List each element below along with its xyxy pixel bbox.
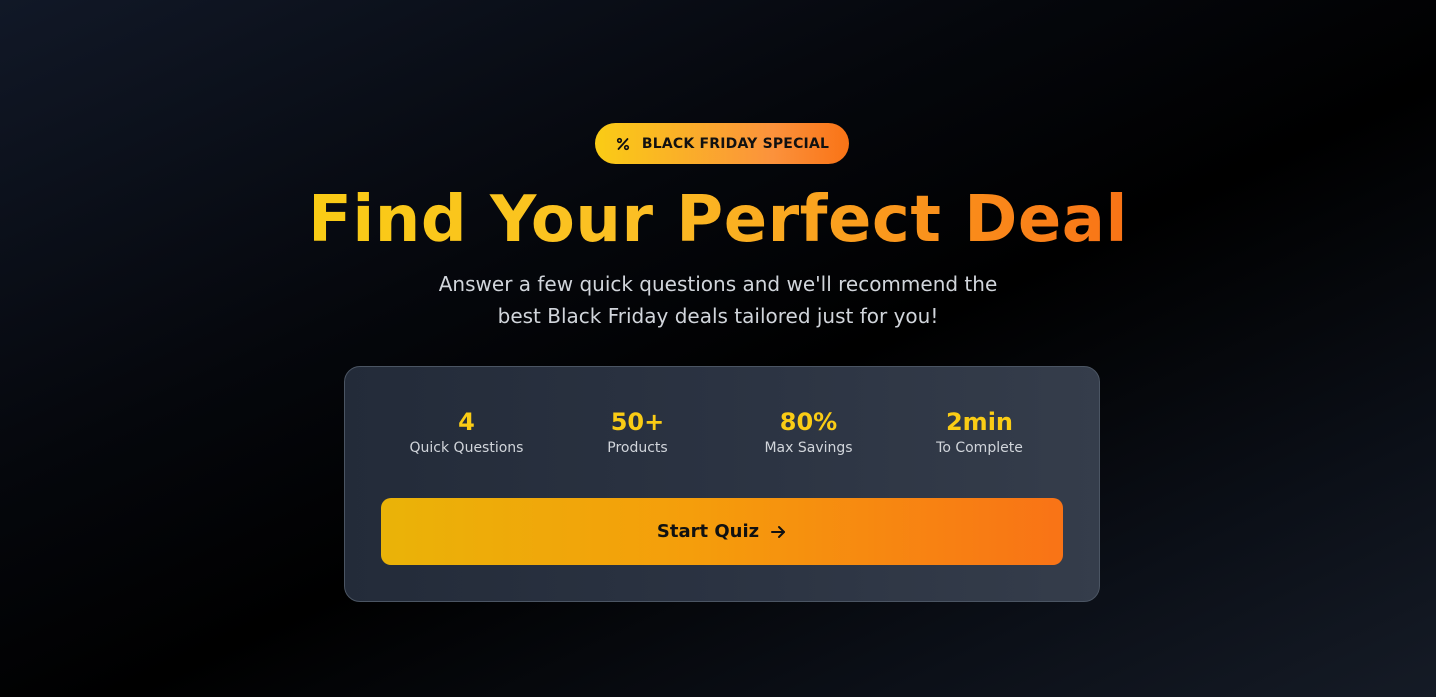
badge-label: BLACK FRIDAY SPECIAL xyxy=(641,135,830,152)
stat-duration: 2min To Complete xyxy=(894,405,1065,458)
percent-icon xyxy=(615,136,631,152)
stat-label: Max Savings xyxy=(764,440,853,456)
stat-questions: 4 Quick Questions xyxy=(381,405,552,458)
stat-savings: 80% Max Savings xyxy=(723,405,894,458)
stat-value: 2min xyxy=(945,408,1014,436)
arrow-right-icon xyxy=(769,523,787,541)
stat-value: 50+ xyxy=(610,408,665,436)
subtitle-line-2: best Black Friday deals tailored just fo… xyxy=(497,304,939,328)
stat-label: Quick Questions xyxy=(409,440,524,456)
stats-row: 4 Quick Questions 50+ Products 80% Max S… xyxy=(381,405,1065,458)
page-subtitle: Answer a few quick questions and we'll r… xyxy=(418,268,1018,332)
quiz-card: 4 Quick Questions 50+ Products 80% Max S… xyxy=(344,366,1100,602)
black-friday-badge: BLACK FRIDAY SPECIAL xyxy=(595,123,849,164)
stat-label: To Complete xyxy=(936,440,1023,456)
start-quiz-button[interactable]: Start Quiz xyxy=(381,498,1063,565)
start-quiz-label: Start Quiz xyxy=(656,521,760,542)
subtitle-line-1: Answer a few quick questions and we'll r… xyxy=(438,272,998,296)
stat-value: 4 xyxy=(458,408,475,436)
page-title: Find Your Perfect Deal xyxy=(308,183,1128,257)
stat-label: Products xyxy=(607,440,668,456)
stat-products: 50+ Products xyxy=(552,405,723,458)
stat-value: 80% xyxy=(779,408,838,436)
